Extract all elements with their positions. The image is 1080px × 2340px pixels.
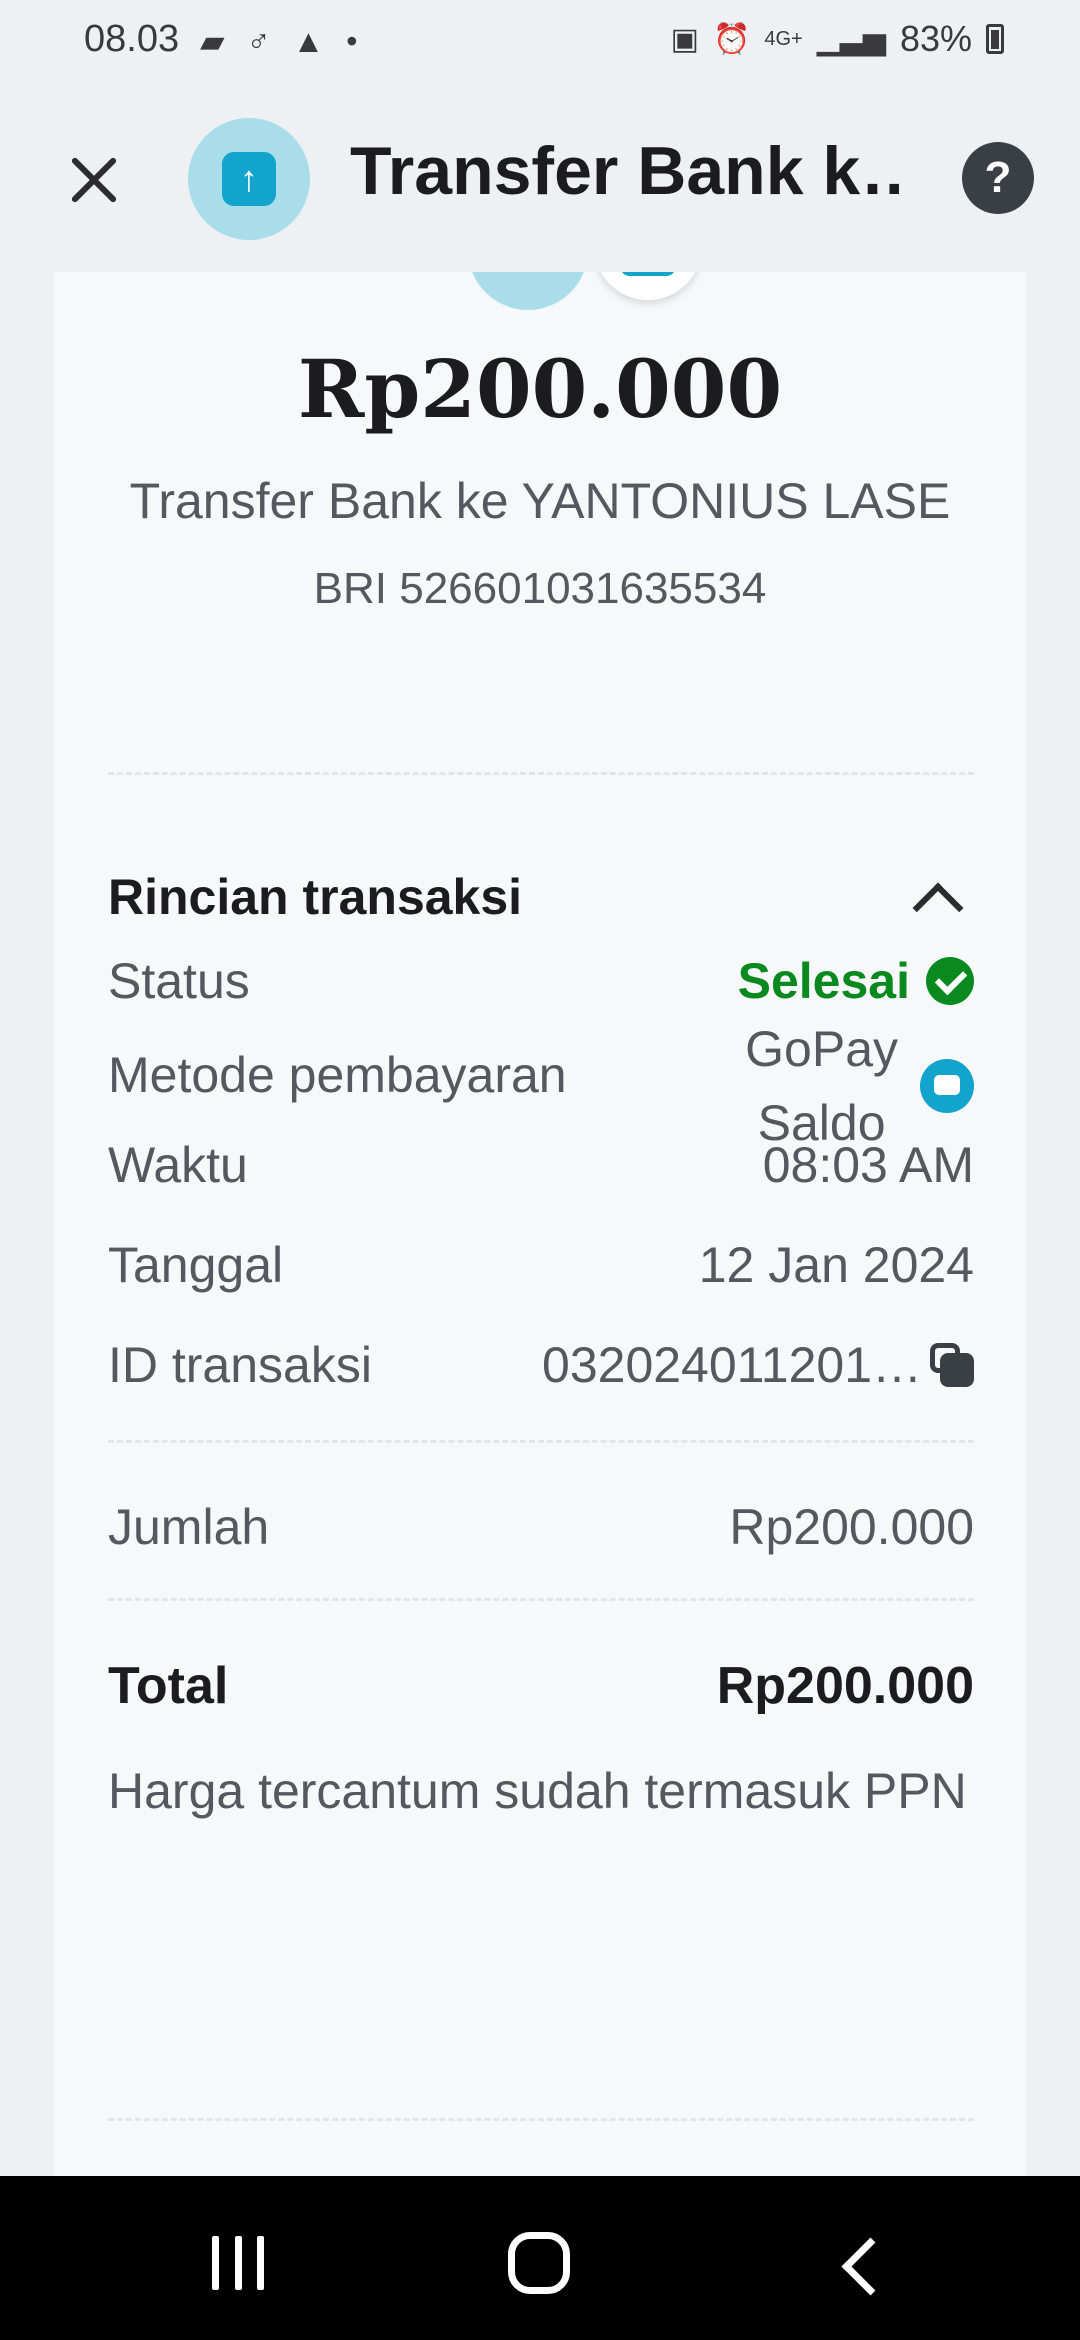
divider xyxy=(108,1440,974,1443)
transaction-amount: Rp200.000 xyxy=(297,342,783,436)
amount-value: Rp200.000 xyxy=(729,1499,974,1555)
status-label: Status xyxy=(108,953,250,1009)
wallet-notification-icon: ▰ xyxy=(200,23,225,59)
divider xyxy=(108,1598,974,1601)
back-icon[interactable] xyxy=(828,2234,888,2294)
network-type-icon: 4G+ xyxy=(764,27,803,50)
notification-icons: ▰ ♂ ▲ • xyxy=(200,22,357,60)
transfer-avatar: ↑ xyxy=(188,118,310,240)
divider xyxy=(108,2118,974,2121)
section-title: Rincian transaksi xyxy=(108,869,523,925)
date-value: 12 Jan 2024 xyxy=(698,1237,974,1293)
badge-shadow xyxy=(468,272,588,310)
payment-method-label: Metode pembayaran xyxy=(108,1047,567,1103)
status-time: 08.03 xyxy=(84,18,180,60)
recipient-name: Transfer Bank ke YANTONIUS LASE xyxy=(129,473,951,529)
help-icon[interactable]: ? xyxy=(962,142,1034,214)
page-title: Transfer Bank k… xyxy=(350,133,910,209)
status-value: Selesai xyxy=(738,952,974,1010)
payment-method-line1: GoPay xyxy=(745,1021,898,1077)
dot-icon: • xyxy=(346,23,358,59)
system-nav-bar xyxy=(0,2176,1080,2340)
arrow-up-icon: ↑ xyxy=(222,152,276,206)
battery-saver-icon: ▣ xyxy=(670,22,699,56)
tax-note: Harga tercantum sudah termasuk PPN xyxy=(108,1763,967,1819)
chevron-up-icon[interactable] xyxy=(910,876,960,926)
recents-icon[interactable] xyxy=(212,2236,264,2290)
status-text: Selesai xyxy=(737,953,910,1009)
copy-icon[interactable] xyxy=(930,1343,974,1387)
transaction-id-text: 032024011201… xyxy=(542,1337,922,1393)
total-label: Total xyxy=(108,1657,229,1715)
time-label: Waktu xyxy=(108,1137,248,1193)
signal-icon: ▁▃▅ xyxy=(816,22,886,56)
status-bar: 08.03 ▰ ♂ ▲ • ▣ ⏰ 4G+ ▁▃▅ 83% xyxy=(0,0,1080,84)
total-value: Rp200.000 xyxy=(716,1657,974,1715)
close-icon[interactable] xyxy=(60,146,128,214)
amount-label: Jumlah xyxy=(108,1499,270,1555)
app-header: ↑ Transfer Bank k… ? xyxy=(0,84,1080,274)
home-icon[interactable] xyxy=(508,2232,570,2294)
time-value: 08:03 AM xyxy=(762,1137,974,1193)
check-circle-icon xyxy=(926,957,974,1005)
transaction-id-value: 032024011201… xyxy=(542,1336,974,1394)
alarm-icon: ⏰ xyxy=(713,22,751,56)
date-label: Tanggal xyxy=(108,1237,284,1293)
arrow-up-icon xyxy=(620,272,676,276)
warning-icon: ▲ xyxy=(292,23,325,59)
system-icons: ▣ ⏰ 4G+ ▁▃▅ 83% xyxy=(671,18,1004,60)
badge-circle xyxy=(594,272,702,300)
transaction-card: Rp200.000 Transfer Bank ke YANTONIUS LAS… xyxy=(54,272,1026,2176)
link-notification-icon: ♂ xyxy=(246,23,271,59)
divider xyxy=(108,772,974,775)
gopay-wallet-icon xyxy=(920,1059,974,1113)
account-number: BRI 526601031635534 xyxy=(313,564,767,613)
transaction-id-label: ID transaksi xyxy=(108,1337,372,1393)
battery-percent: 83% xyxy=(899,18,972,59)
transfer-badge xyxy=(468,272,702,322)
battery-icon xyxy=(986,24,1004,54)
